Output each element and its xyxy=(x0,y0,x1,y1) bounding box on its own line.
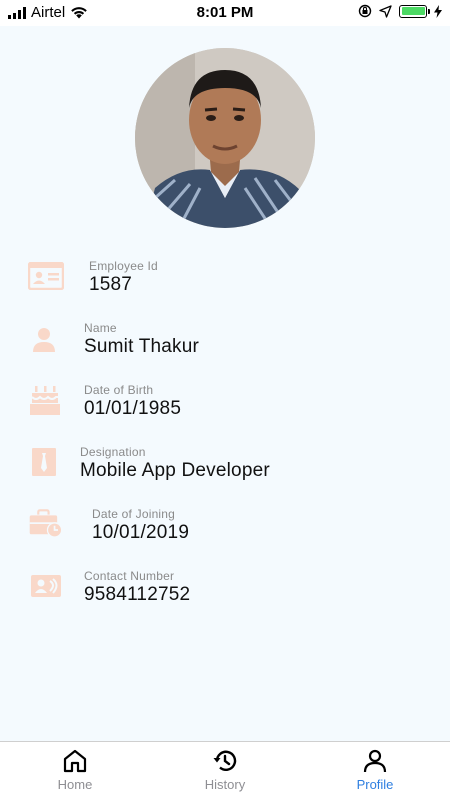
contact-card-icon xyxy=(28,568,64,604)
tab-history-label: History xyxy=(204,777,246,792)
status-bar: Airtel 8:01 PM xyxy=(0,0,450,26)
tab-home[interactable]: Home xyxy=(0,742,150,800)
person-outline-icon xyxy=(363,749,387,773)
person-icon xyxy=(26,322,62,358)
battery-icon xyxy=(399,4,430,18)
id-card-icon xyxy=(28,258,64,294)
name-row: Name Sumit Thakur xyxy=(0,318,450,368)
tab-profile[interactable]: Profile xyxy=(300,742,450,800)
orientation-lock-icon xyxy=(358,4,372,18)
birthday-cake-icon xyxy=(27,382,63,418)
date-of-birth-row: Date of Birth 01/01/1985 xyxy=(0,380,450,430)
date-of-joining-row: Date of Joining 10/01/2019 xyxy=(0,504,450,554)
employee-id-row: Employee Id 1587 xyxy=(0,256,450,306)
tab-home-label: Home xyxy=(57,777,93,792)
date-of-birth-value: 01/01/1985 xyxy=(84,398,182,419)
contact-number-row: Contact Number 9584112752 xyxy=(0,566,450,616)
contact-number-label: Contact Number xyxy=(84,569,175,583)
date-of-birth-label: Date of Birth xyxy=(84,383,154,397)
designation-row: Designation Mobile App Developer xyxy=(0,442,450,492)
tab-profile-label: Profile xyxy=(356,777,394,792)
date-of-joining-value: 10/01/2019 xyxy=(92,522,190,543)
designation-label: Designation xyxy=(80,445,146,459)
contact-number-value[interactable]: 9584112752 xyxy=(84,584,190,606)
bottom-tab-bar: Home History Profile xyxy=(0,741,450,800)
home-icon xyxy=(63,749,87,773)
date-of-joining-label: Date of Joining xyxy=(92,507,176,521)
designation-value: Mobile App Developer xyxy=(80,460,270,481)
tie-icon xyxy=(26,444,62,480)
profile-photo[interactable] xyxy=(135,48,315,228)
name-label: Name xyxy=(84,321,117,335)
status-right xyxy=(358,4,442,18)
name-value: Sumit Thakur xyxy=(84,336,200,357)
profile-photo-image xyxy=(135,48,315,228)
briefcase-clock-icon xyxy=(28,506,64,542)
tab-history[interactable]: History xyxy=(150,742,300,800)
employee-id-value: 1587 xyxy=(89,274,133,295)
employee-id-label: Employee Id xyxy=(89,259,158,273)
history-icon xyxy=(213,750,237,771)
location-arrow-icon xyxy=(379,4,392,18)
charging-bolt-icon xyxy=(434,4,442,18)
